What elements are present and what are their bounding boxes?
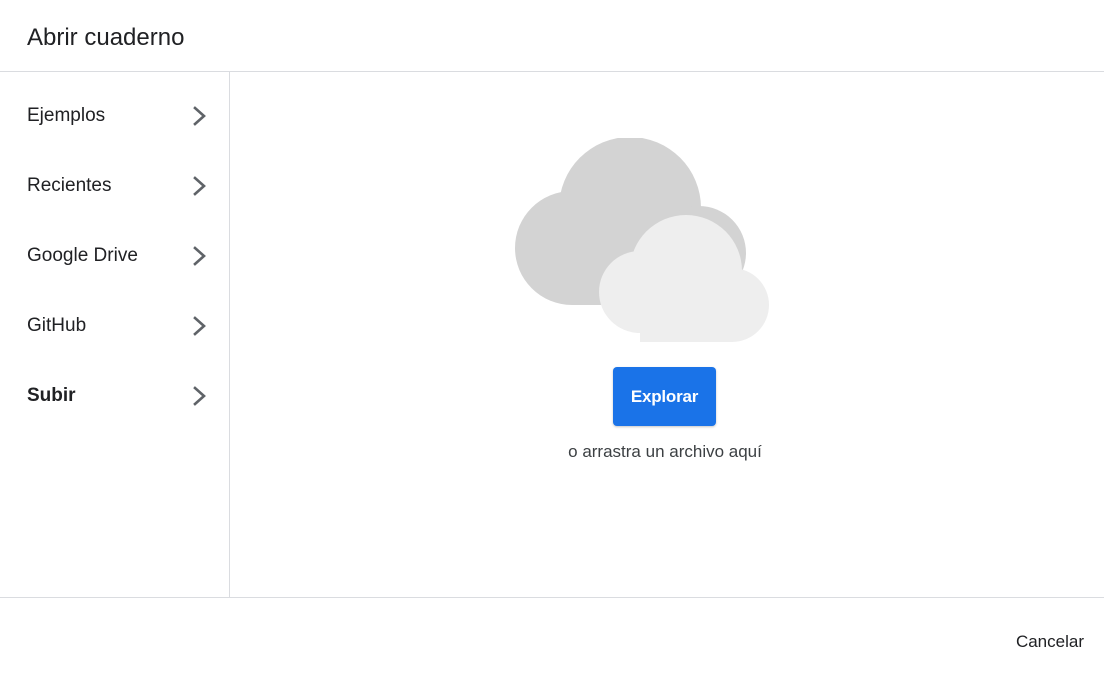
chevron-right-icon [193, 106, 206, 126]
chevron-right-icon [193, 316, 206, 336]
sidebar-item-label: GitHub [27, 315, 87, 336]
sidebar-item-github[interactable]: GitHub [0, 291, 229, 361]
dialog-header: Abrir cuaderno [0, 0, 1104, 72]
browse-button[interactable]: Explorar [613, 367, 716, 426]
chevron-right-icon [193, 386, 206, 406]
sidebar-item-label: Ejemplos [27, 105, 106, 126]
dialog-title: Abrir cuaderno [27, 24, 185, 51]
sidebar-item-recent[interactable]: Recientes [0, 151, 229, 221]
upload-panel: Explorar o arrastra un archivo aquí [230, 72, 1104, 598]
open-notebook-dialog: Abrir cuaderno Ejemplos Recientes Google… [0, 0, 1104, 674]
sidebar: Ejemplos Recientes Google Drive GitHub S… [0, 72, 230, 598]
sidebar-item-upload[interactable]: Subir [0, 361, 229, 431]
sidebar-item-examples[interactable]: Ejemplos [0, 81, 229, 151]
cloud-upload-illustration [515, 138, 769, 342]
drop-hint-text: o arrastra un archivo aquí [568, 442, 762, 461]
cancel-button[interactable]: Cancelar [1016, 632, 1084, 652]
sidebar-item-label: Subir [27, 385, 76, 406]
chevron-right-icon [193, 176, 206, 196]
dialog-footer: Cancelar [0, 597, 1104, 674]
chevron-right-icon [193, 246, 206, 266]
sidebar-item-label: Recientes [27, 175, 112, 196]
sidebar-item-google-drive[interactable]: Google Drive [0, 221, 229, 291]
sidebar-item-label: Google Drive [27, 245, 138, 266]
